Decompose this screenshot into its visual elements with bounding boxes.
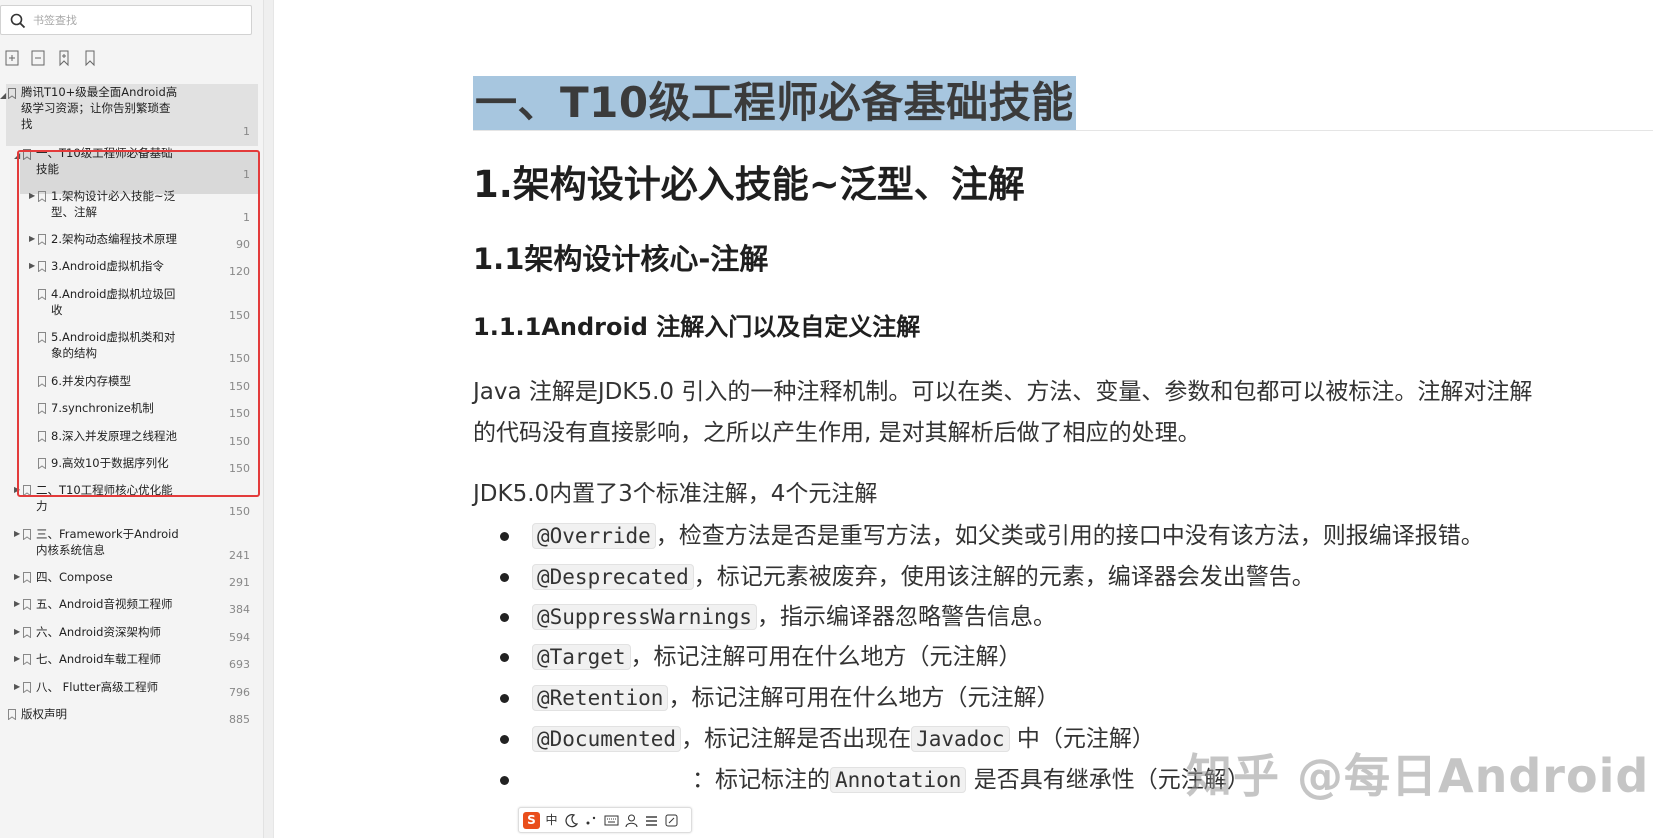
tree-node-label: 七、Android车载工程师 <box>36 652 161 666</box>
bookmark-node-icon <box>23 627 31 638</box>
inline-code: @Target <box>532 644 631 670</box>
bullet-icon <box>500 613 509 622</box>
bullet-icon <box>500 653 509 662</box>
expand-arrow-icon[interactable]: ▶ <box>14 682 22 692</box>
bookmark-node-icon <box>23 572 31 583</box>
inline-code: @Override <box>532 523 656 549</box>
annotation-count-paragraph: JDK5.0内置了3个标准注解，4个元注解 <box>473 481 878 507</box>
intro-paragraph: Java 注解是JDK5.0 引入的一种注释机制。可以在类、方法、变量、参数和包… <box>473 372 1653 454</box>
bullet-icon <box>500 735 509 744</box>
heading-divider <box>473 130 1653 131</box>
paragraph-line: 的代码没有直接影响，之所以产生作用, 是对其解析后做了相应的处理。 <box>473 420 1201 446</box>
ime-logo-icon[interactable]: S <box>523 812 540 829</box>
heading-level-3: 1.1架构设计核心-注解 <box>473 242 769 276</box>
panel-splitter[interactable] <box>264 0 274 838</box>
inline-code: @Documented <box>532 726 682 752</box>
tree-node-page: 150 <box>229 505 250 518</box>
bookmark-node-icon <box>23 599 31 610</box>
inline-code: @SuppressWarnings <box>532 604 757 630</box>
inline-code: Javadoc <box>911 726 1010 752</box>
expand-arrow-icon[interactable]: ▶ <box>14 627 22 637</box>
inline-code: @Desprecated <box>532 564 694 590</box>
tree-node-label: 六、Android资深架构师 <box>36 625 161 639</box>
tree-node-page: 796 <box>229 686 250 699</box>
tree-node-page: 384 <box>229 603 250 616</box>
list-item-text: 中（元注解） <box>1009 726 1155 752</box>
user-icon[interactable] <box>623 812 640 829</box>
list-item-text: ，检查方法是否是重写方法，如父类或引用的接口中没有该方法，则报编译报错。 <box>655 523 1484 549</box>
tree-node-page: 1 <box>243 125 250 138</box>
collapse-arrow-icon[interactable]: ◢ <box>0 91 8 101</box>
bookmark-search-input[interactable] <box>33 10 243 30</box>
bullet-icon <box>500 694 509 703</box>
ime-toolbar[interactable]: S 中 <box>518 807 692 833</box>
tree-node-label: 四、Compose <box>36 570 113 584</box>
bullet-icon <box>500 776 509 785</box>
watermark: 知乎 @每日Android <box>1186 749 1650 803</box>
bookmark-node-icon <box>8 709 16 720</box>
list-item-text: ：标记标注的 <box>692 767 830 793</box>
bookmark-node-icon <box>23 654 31 665</box>
tree-node-label: 腾讯T10+级最全面Android高级学习资源；让你告别繁琐查找 <box>21 85 178 131</box>
expand-arrow-icon[interactable]: ▶ <box>14 599 22 609</box>
tree-node-chapter[interactable]: ▶ 四、Compose 291 <box>0 569 258 597</box>
bookmark-node-icon <box>23 529 31 540</box>
tree-node-root[interactable]: ◢ 腾讯T10+级最全面Android高级学习资源；让你告别繁琐查找 1 <box>0 84 258 140</box>
collapse-all-icon[interactable] <box>28 48 48 68</box>
list-item-text: ，标记注解是否出现在 <box>681 726 912 752</box>
tree-node-label: 五、Android音视频工程师 <box>36 597 173 611</box>
bookmark-icon[interactable] <box>80 48 100 68</box>
heading-level-2: 1.架构设计必入技能~泛型、注解 <box>473 163 1025 206</box>
bookmark-panel: ◢ 腾讯T10+级最全面Android高级学习资源；让你告别繁琐查找 1 ◢ 一… <box>0 0 264 838</box>
expand-all-icon[interactable] <box>2 48 22 68</box>
ime-mode-toggle[interactable]: 中 <box>543 812 560 829</box>
heading-level-1: 一、T10级工程师必备基础技能 <box>473 76 1076 130</box>
tree-node-page: 885 <box>229 713 250 726</box>
bookmark-node-icon <box>23 682 31 693</box>
list-item-text: ，标记注解可用在什么地方（元注解） <box>630 644 1022 670</box>
bookmark-toolbar <box>0 48 140 70</box>
tree-node-page: 291 <box>229 576 250 589</box>
list-item-text: ，标记注解可用在什么地方（元注解） <box>668 685 1060 711</box>
list-item-text: ，指示编译器忽略警告信息。 <box>756 604 1056 630</box>
tree-node-label: 三、Framework于Android内核系统信息 <box>36 527 179 557</box>
bookmark-search-box[interactable] <box>0 5 252 35</box>
tools-icon[interactable] <box>663 812 680 829</box>
tree-node-page: 594 <box>229 631 250 644</box>
tree-node-page: 241 <box>229 549 250 562</box>
inline-code: @Retention <box>532 685 669 711</box>
menu-icon[interactable] <box>643 812 660 829</box>
list-item-text: ，标记元素被废弃，使用该注解的元素，编译器会发出警告。 <box>693 564 1315 590</box>
punctuation-icon[interactable] <box>583 812 600 829</box>
keyboard-icon[interactable] <box>603 812 620 829</box>
tree-node-chapter[interactable]: ▶ 八、 Flutter高级工程师 796 <box>0 679 258 707</box>
tree-node-chapter[interactable]: ▶ 七、Android车载工程师 693 <box>0 651 258 679</box>
tree-node-chapter[interactable]: ▶ 三、Framework于Android内核系统信息 241 <box>0 526 258 566</box>
expand-arrow-icon[interactable]: ▶ <box>14 654 22 664</box>
list-item: @Desprecated ，标记元素被废弃，使用该注解的元素，编译器会发出警告。 <box>500 560 1650 594</box>
paragraph-line: Java 注解是JDK5.0 引入的一种注释机制。可以在类、方法、变量、参数和包… <box>473 379 1533 405</box>
tree-node-label: 八、 Flutter高级工程师 <box>36 680 159 694</box>
list-item: @Target ，标记注解可用在什么地方（元注解） <box>500 640 1650 674</box>
bullet-icon <box>500 532 509 541</box>
tree-node-page: 693 <box>229 658 250 671</box>
search-icon <box>10 13 26 29</box>
heading-level-4: 1.1.1Android 注解入门以及自定义注解 <box>473 313 921 341</box>
tree-node-chapter[interactable]: ▶ 六、Android资深架构师 594 <box>0 624 258 652</box>
list-item: @Override ，检查方法是否是重写方法，如父类或引用的接口中没有该方法，则报… <box>500 519 1650 553</box>
inline-code: Annotation <box>830 767 967 793</box>
tree-node-label: 版权声明 <box>21 707 67 721</box>
bookmark-node-icon <box>8 88 16 99</box>
expand-arrow-icon[interactable]: ▶ <box>14 572 22 582</box>
tree-node-root-sibling[interactable]: 版权声明 885 <box>0 706 258 734</box>
list-item: @SuppressWarnings ，指示编译器忽略警告信息。 <box>500 600 1650 634</box>
expand-arrow-icon[interactable]: ▶ <box>14 529 22 539</box>
bullet-icon <box>500 573 509 582</box>
list-item: @Retention ，标记注解可用在什么地方（元注解） <box>500 681 1650 715</box>
moon-icon[interactable] <box>563 812 580 829</box>
tree-node-chapter[interactable]: ▶ 五、Android音视频工程师 384 <box>0 596 258 624</box>
add-bookmark-icon[interactable] <box>54 48 74 68</box>
annotation-highlight-box <box>17 150 260 497</box>
